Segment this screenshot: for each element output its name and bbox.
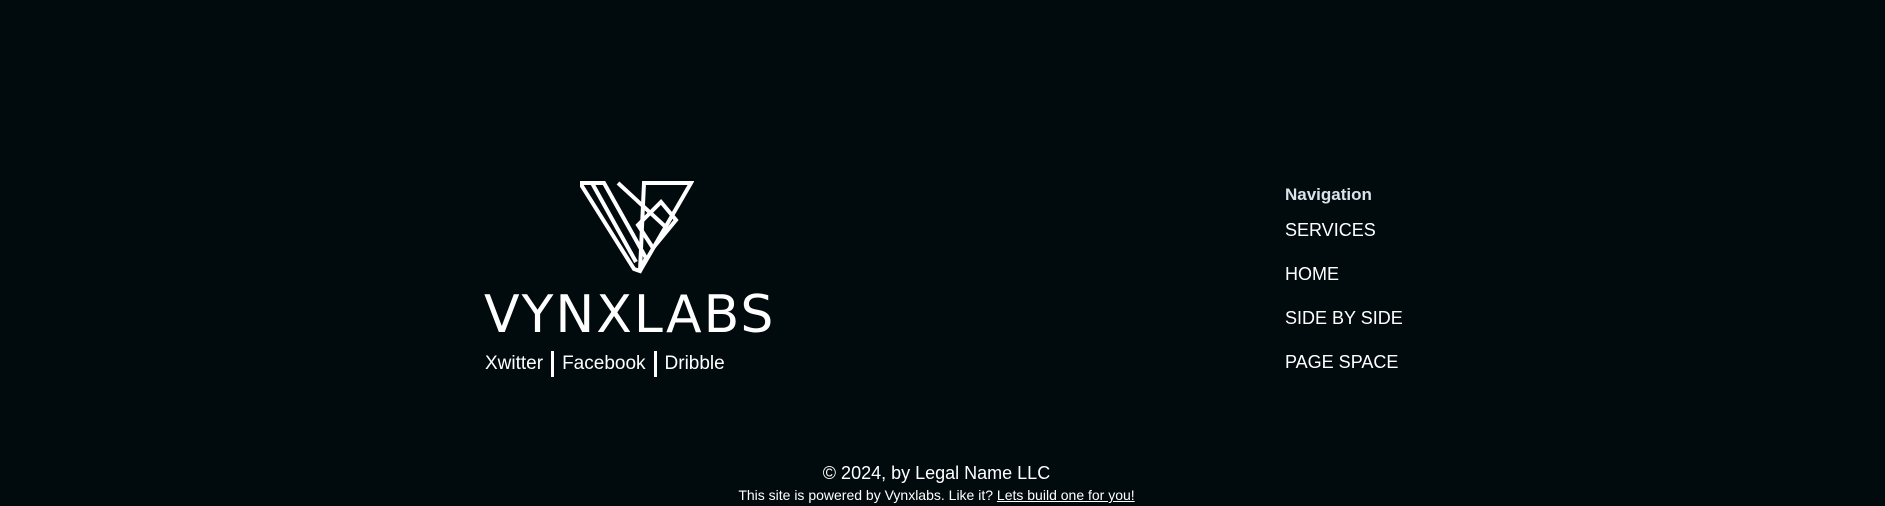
nav-link-side-by-side[interactable]: SIDE BY SIDE — [1285, 307, 1455, 329]
navigation-heading: Navigation — [1285, 185, 1372, 204]
brand-wordmark: VYNXLABS — [484, 285, 776, 345]
build-site-link[interactable]: Lets build one for you! — [997, 487, 1135, 503]
nav-link-services[interactable]: SERVICES — [1285, 219, 1455, 241]
footer-navigation: Navigation SERVICES HOME SIDE BY SIDE PA… — [1285, 184, 1455, 395]
copyright-text: © 2024, by Legal Name LLC — [822, 463, 1051, 483]
social-divider — [551, 351, 555, 377]
powered-by-text: This site is powered by Vynxlabs. Like i… — [738, 487, 997, 503]
vynxlabs-logo-icon — [580, 181, 694, 274]
site-footer: VYNXLABS Xwitter Facebook Dribble Naviga… — [0, 0, 1885, 506]
powered-by-line: This site is powered by Vynxlabs. Like i… — [0, 486, 1873, 504]
nav-link-page-space[interactable]: PAGE SPACE — [1285, 351, 1455, 373]
social-link-facebook[interactable]: Facebook — [562, 351, 645, 377]
social-links: Xwitter Facebook Dribble — [485, 351, 725, 377]
social-link-xwitter[interactable]: Xwitter — [485, 351, 543, 377]
social-link-dribble[interactable]: Dribble — [665, 351, 725, 377]
social-divider — [653, 351, 657, 377]
nav-link-home[interactable]: HOME — [1285, 263, 1455, 285]
